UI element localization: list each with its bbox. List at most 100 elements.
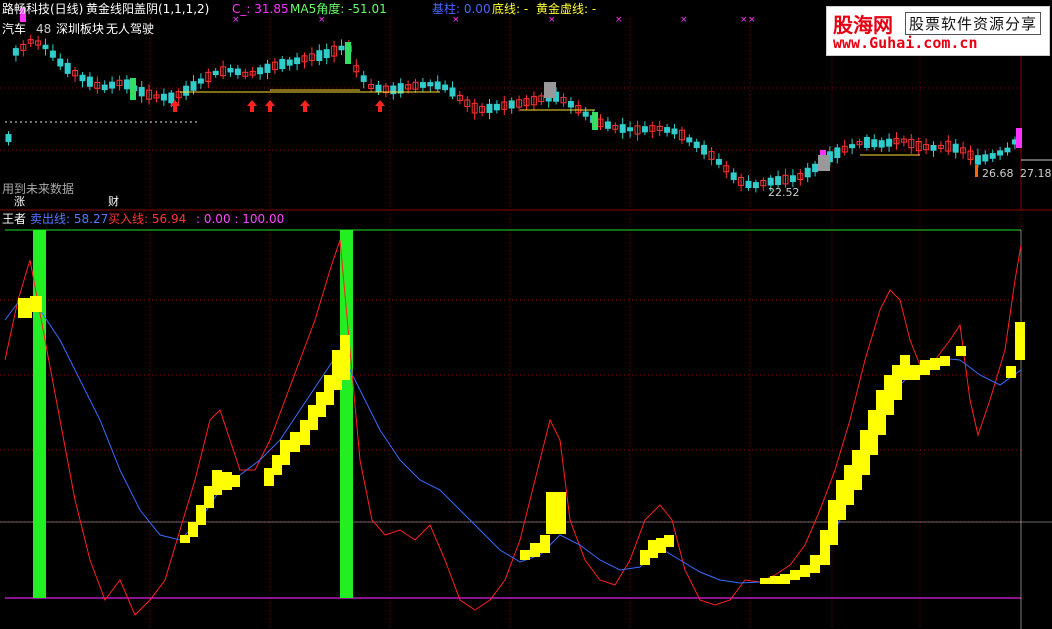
candle-body <box>227 68 234 73</box>
highlight-candle <box>592 112 598 130</box>
highlight-block <box>340 335 350 380</box>
sector-auto: 汽车 <box>2 22 27 36</box>
candle-body <box>323 49 330 59</box>
candle-body <box>619 124 626 133</box>
gold-line-value: 黄金虚线: - <box>536 2 597 16</box>
highlight-block <box>290 432 300 452</box>
candle-body <box>686 137 693 143</box>
candle-body <box>264 63 271 73</box>
candle-body <box>804 167 811 178</box>
candle-body <box>693 141 700 148</box>
marker-x: × <box>548 15 556 25</box>
chart-canvas[interactable]: ××××××××× <box>0 0 1052 629</box>
candle-body <box>390 85 397 95</box>
oscillator-title: 王者 <box>2 212 27 226</box>
signal-bar <box>340 230 353 598</box>
highlight-block <box>810 555 820 573</box>
base-value: 基柱: 0.00 <box>432 2 491 16</box>
ma5-angle: MA5角度: -51.01 <box>290 2 387 16</box>
candle-body <box>42 44 49 50</box>
candle-body <box>863 136 870 148</box>
marker-x: × <box>452 15 460 25</box>
buy-arrow-icon <box>265 100 275 112</box>
highlight-block <box>770 576 780 584</box>
candle-body <box>952 143 959 153</box>
marker-x: × <box>680 15 688 25</box>
oscillator-series <box>0 229 1052 629</box>
tag-cai: 财 <box>108 195 119 208</box>
sector-shenzhen: 深圳板块 <box>56 22 105 36</box>
candle-body <box>989 153 996 159</box>
highlight-block <box>1006 366 1016 378</box>
highlight-block <box>530 543 540 557</box>
price-label-right: 27.18 <box>1020 167 1052 180</box>
candle-body <box>316 50 323 62</box>
candle-body <box>109 81 116 89</box>
marker-x: × <box>615 15 623 25</box>
bottom-line-value: 底线: - <box>492 2 529 16</box>
candle-body <box>442 84 449 91</box>
highlight-block <box>760 578 770 584</box>
candle-body <box>419 82 426 88</box>
price-label-high: 26.68 <box>982 167 1014 180</box>
candle-body <box>627 127 634 132</box>
candle-body <box>930 144 937 151</box>
marker-x: × <box>318 15 326 25</box>
candle-body <box>138 86 145 97</box>
signal-tick <box>975 165 978 177</box>
logo-url: www.Guhai.com.cn <box>833 34 978 52</box>
sector-count: 48 <box>36 22 52 36</box>
tag-zhang: 涨 <box>14 195 25 208</box>
candle-body <box>190 81 197 91</box>
highlight-block <box>280 440 290 465</box>
candle-body <box>849 144 856 149</box>
highlight-block <box>30 296 42 312</box>
candle-body <box>449 87 456 97</box>
marker-x: × <box>232 15 240 25</box>
candle-body <box>715 159 722 165</box>
grey-candle <box>818 155 830 171</box>
candle-body <box>878 140 885 148</box>
marker-x: × <box>748 15 756 25</box>
candle-body <box>486 103 493 113</box>
candle-body <box>234 68 241 76</box>
candle-body <box>789 175 796 182</box>
candle-body <box>834 147 841 159</box>
candle-body <box>567 101 574 108</box>
candle-body <box>997 150 1004 156</box>
grey-candle <box>544 82 556 98</box>
chart-window[interactable]: ××××××××× 路畅科技(日线) 黄金线阳盖阴(1,1,1,2) C_: 3… <box>0 0 1052 629</box>
candle-body <box>582 111 589 117</box>
candle-body <box>508 100 515 109</box>
sector-autopilot: 无人驾驶 <box>106 22 155 36</box>
candle-body <box>360 75 367 82</box>
marker-x: × <box>740 15 748 25</box>
logo-slogan: 股票软件资源分享 <box>905 12 1042 35</box>
candle-body <box>183 85 190 96</box>
highlight-candle <box>130 78 136 100</box>
candle-body <box>279 58 286 70</box>
candle-body <box>168 92 175 104</box>
highlight-block <box>1015 322 1025 360</box>
candle-body <box>982 154 989 162</box>
candle-body <box>886 138 893 147</box>
candle-body <box>812 163 819 173</box>
candle-body <box>212 70 219 76</box>
highlight-block <box>920 360 930 375</box>
candle-body <box>375 84 382 93</box>
candle-body <box>767 177 774 186</box>
highlight-block <box>940 356 950 366</box>
candle-body <box>101 84 108 91</box>
highlight-block <box>910 365 920 380</box>
sell-line-value: 卖出线: 58.27 <box>30 212 109 226</box>
highlight-block <box>956 346 966 356</box>
highlight-block <box>800 565 810 577</box>
highlight-block <box>18 298 32 318</box>
candle-body <box>257 67 264 75</box>
future-data-label: 用到未来数据 <box>2 182 75 196</box>
highlight-candle <box>1016 128 1022 148</box>
candle-body <box>701 144 708 155</box>
candle-body <box>752 182 759 189</box>
highlight-block <box>540 535 550 553</box>
highlight-block <box>780 574 790 584</box>
